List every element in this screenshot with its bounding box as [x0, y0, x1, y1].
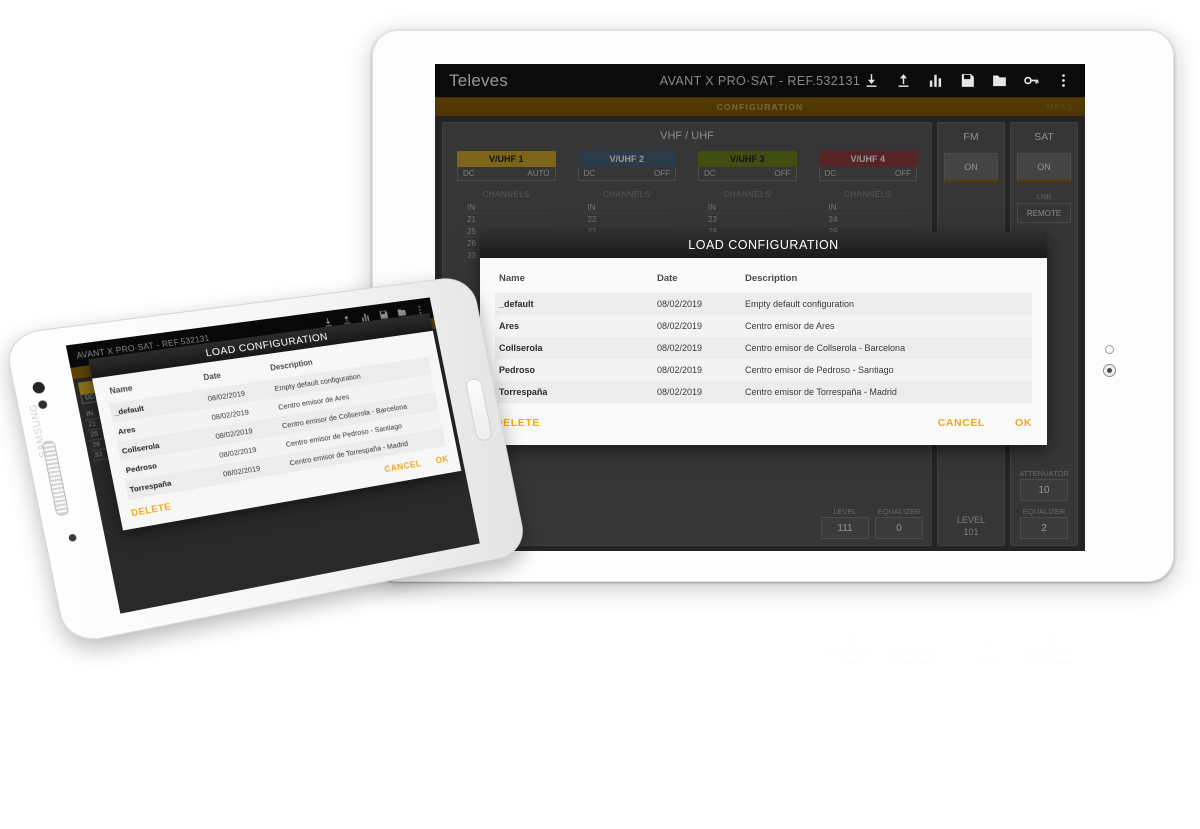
phone-body: SAMSUNG AVANT X PRO·SAT - REF.532131 DC … [2, 274, 528, 646]
reflection-sat-equalizer-box: 0 [1027, 629, 1075, 651]
dialog-footer: DELETE CANCEL OK [480, 403, 1047, 445]
tablet-sensor-icon [1105, 345, 1114, 354]
table-row[interactable]: Collserola 08/02/2019 Centro emisor de C… [495, 337, 1032, 359]
row-date: 08/02/2019 [657, 365, 703, 375]
column-header-name: Name [499, 273, 525, 284]
cancel-button[interactable]: CANCEL [938, 417, 985, 429]
reflection-equalizer-box: 0 [887, 629, 935, 651]
reflection-sat-attenuator-label: ATTENUATOR [1025, 581, 1075, 589]
phone-home-button[interactable] [464, 377, 494, 442]
row-description: Centro emisor de Ares [745, 321, 835, 331]
row-date: 08/02/2019 [657, 299, 703, 309]
tablet-reflection-body [372, 581, 1172, 811]
table-row[interactable]: Ares 08/02/2019 Centro emisor de Ares [495, 315, 1032, 337]
ok-button[interactable]: OK [1015, 417, 1032, 429]
phone-screen: AVANT X PRO·SAT - REF.532131 DC AUTO [65, 297, 480, 614]
reflection-sat-equalizer-value: 0 [1048, 634, 1054, 646]
key-icon[interactable] [1023, 72, 1040, 89]
reflection-level-box: 101 [827, 629, 875, 651]
dialog-body: Name Date Description _default 08/02/201… [480, 258, 1047, 403]
reflection-sat-attenuator-value: 30 [1045, 594, 1057, 606]
phone-cancel-button[interactable]: CANCEL [383, 458, 422, 474]
row-name: Collserola [499, 343, 543, 353]
column-header-date: Date [657, 273, 678, 284]
tablet-screen: Televes AVANT X PRO·SAT - REF.532131 CON… [435, 64, 1085, 551]
row-date: 08/02/2019 [657, 387, 703, 397]
table-header-row: Name Date Description [495, 268, 1032, 293]
row-name: Ares [499, 321, 520, 331]
row-date: 08/02/2019 [657, 343, 703, 353]
phone-brand: SAMSUNG [27, 402, 49, 459]
table-row[interactable]: Pedroso 08/02/2019 Centro emisor de Pedr… [495, 359, 1032, 381]
reflection-level-value: 101 [842, 634, 860, 646]
column-header-description: Description [745, 273, 798, 284]
table-row[interactable]: Torrespaña 08/02/2019 Centro emisor de T… [495, 381, 1032, 403]
bar-chart-icon[interactable] [927, 72, 944, 89]
download-icon[interactable] [863, 72, 880, 89]
reflection-level-label: LEVEL [838, 657, 862, 666]
overflow-menu-icon[interactable] [1055, 72, 1072, 89]
row-name: Torrespaña [499, 387, 548, 397]
reflection-equalizer-label: EQUALIZER [888, 657, 932, 666]
row-description: Centro emisor de Collserola - Barcelona [745, 343, 906, 353]
dialog-title: LOAD CONFIGURATION [480, 232, 1047, 258]
configuration-table: Name Date Description _default 08/02/201… [495, 268, 1032, 403]
phone-device: SAMSUNG AVANT X PRO·SAT - REF.532131 DC … [2, 274, 528, 646]
reflection-fm-level-label: LEVEL [973, 654, 997, 663]
phone-camera-icon [31, 381, 46, 395]
reflection-equalizer-value: 0 [908, 634, 914, 646]
upload-icon[interactable] [895, 72, 912, 89]
tablet-reflection: 101 LEVEL 0 EQUALIZER 99 LEVEL 0 EQUALIZ… [372, 581, 1172, 811]
table-row[interactable]: _default 08/02/2019 Empty default config… [495, 293, 1032, 315]
phone-mic-icon [68, 533, 78, 543]
row-description: Empty default configuration [745, 299, 855, 309]
phone-delete-button[interactable]: DELETE [130, 501, 172, 518]
reflection-fm-level-value: 99 [980, 640, 990, 649]
row-name: Pedroso [499, 365, 536, 375]
folder-icon[interactable] [991, 72, 1008, 89]
save-icon[interactable] [959, 72, 976, 89]
row-description: Centro emisor de Torrespaña - Madrid [745, 387, 897, 397]
reflection-sat-equalizer-label: EQUALIZER [1028, 657, 1072, 666]
row-name: _default [499, 299, 534, 309]
row-date: 08/02/2019 [657, 321, 703, 331]
toolbar-icons [863, 72, 1085, 89]
tablet-rear-camera-icon [1103, 364, 1116, 377]
reflection-sat-attenuator-box: 30 [1027, 589, 1075, 611]
phone-ok-button[interactable]: OK [435, 454, 450, 466]
load-configuration-dialog: LOAD CONFIGURATION Name Date Description… [480, 232, 1047, 445]
row-description: Centro emisor de Pedroso - Santiago [745, 365, 894, 375]
